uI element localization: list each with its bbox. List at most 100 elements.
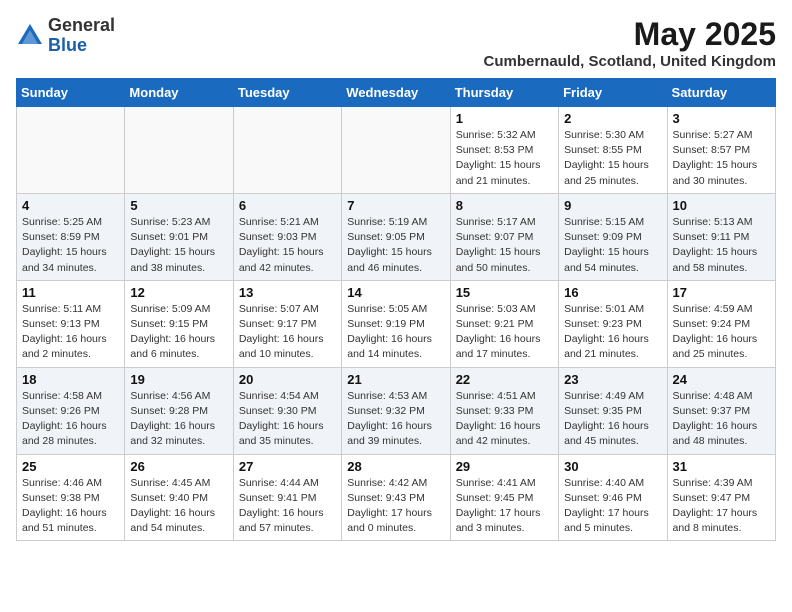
calendar-cell: 12 Sunrise: 5:09 AM Sunset: 9:15 PM Dayli… xyxy=(125,280,233,367)
day-number: 28 xyxy=(347,459,444,474)
calendar-cell: 14Sunrise: 5:05 AM Sunset: 9:19 PM Dayli… xyxy=(342,280,450,367)
day-number: 10 xyxy=(673,198,770,213)
day-number: 3 xyxy=(673,111,770,126)
logo-general: General xyxy=(48,15,115,35)
day-number: 5 xyxy=(130,198,227,213)
day-number: 23 xyxy=(564,372,661,387)
calendar-cell: 5Sunrise: 5:23 AM Sunset: 9:01 PM Daylig… xyxy=(125,193,233,280)
day-info: Sunrise: 5:32 AM Sunset: 8:53 PM Dayligh… xyxy=(456,128,553,189)
day-number: 4 xyxy=(22,198,119,213)
calendar-cell: 30 Sunrise: 4:40 AM Sunset: 9:46 PM Dayli… xyxy=(559,454,667,541)
day-info: Sunrise: 4:46 AM Sunset: 9:38 PM Dayligh… xyxy=(22,476,119,537)
day-header-wednesday: Wednesday xyxy=(342,79,450,107)
page-header: General Blue May 2025 Cumbernauld, Scotl… xyxy=(16,16,776,70)
day-number: 31 xyxy=(673,459,770,474)
day-info: Sunrise: 5:11 AM Sunset: 9:13 PM Dayligh… xyxy=(22,302,119,363)
calendar-cell: 8 Sunrise: 5:17 AM Sunset: 9:07 PM Daylig… xyxy=(450,193,558,280)
day-info: Sunrise: 5:19 AM Sunset: 9:05 PM Dayligh… xyxy=(347,215,444,276)
day-info: Sunrise: 4:53 AM Sunset: 9:32 PM Dayligh… xyxy=(347,389,444,450)
calendar-cell: 13Sunrise: 5:07 AM Sunset: 9:17 PM Dayli… xyxy=(233,280,341,367)
day-header-tuesday: Tuesday xyxy=(233,79,341,107)
day-number: 16 xyxy=(564,285,661,300)
calendar-cell: 20 Sunrise: 4:54 AM Sunset: 9:30 PM Dayli… xyxy=(233,367,341,454)
calendar-cell xyxy=(125,107,233,194)
day-header-thursday: Thursday xyxy=(450,79,558,107)
day-info: Sunrise: 4:51 AM Sunset: 9:33 PM Dayligh… xyxy=(456,389,553,450)
day-number: 29 xyxy=(456,459,553,474)
day-number: 26 xyxy=(130,459,227,474)
day-info: Sunrise: 4:54 AM Sunset: 9:30 PM Dayligh… xyxy=(239,389,336,450)
calendar-cell: 6Sunrise: 5:21 AM Sunset: 9:03 PM Daylig… xyxy=(233,193,341,280)
logo: General Blue xyxy=(16,16,115,56)
day-info: Sunrise: 4:39 AM Sunset: 9:47 PM Dayligh… xyxy=(673,476,770,537)
day-info: Sunrise: 5:09 AM Sunset: 9:15 PM Dayligh… xyxy=(130,302,227,363)
calendar-cell: 22 Sunrise: 4:51 AM Sunset: 9:33 PM Dayli… xyxy=(450,367,558,454)
day-number: 6 xyxy=(239,198,336,213)
day-info: Sunrise: 4:44 AM Sunset: 9:41 PM Dayligh… xyxy=(239,476,336,537)
day-number: 14 xyxy=(347,285,444,300)
calendar-cell: 21Sunrise: 4:53 AM Sunset: 9:32 PM Dayli… xyxy=(342,367,450,454)
day-info: Sunrise: 4:41 AM Sunset: 9:45 PM Dayligh… xyxy=(456,476,553,537)
day-number: 8 xyxy=(456,198,553,213)
calendar-cell: 1 Sunrise: 5:32 AM Sunset: 8:53 PM Daylig… xyxy=(450,107,558,194)
day-number: 30 xyxy=(564,459,661,474)
location: Cumbernauld, Scotland, United Kingdom xyxy=(484,53,777,70)
week-row: 18 Sunrise: 4:58 AM Sunset: 9:26 PM Dayli… xyxy=(17,367,776,454)
day-number: 9 xyxy=(564,198,661,213)
logo-text: General Blue xyxy=(48,16,115,56)
day-info: Sunrise: 5:07 AM Sunset: 9:17 PM Dayligh… xyxy=(239,302,336,363)
calendar-table: SundayMondayTuesdayWednesdayThursdayFrid… xyxy=(16,78,776,541)
day-number: 1 xyxy=(456,111,553,126)
calendar-cell: 26 Sunrise: 4:45 AM Sunset: 9:40 PM Dayli… xyxy=(125,454,233,541)
calendar-cell: 17 Sunrise: 4:59 AM Sunset: 9:24 PM Dayli… xyxy=(667,280,775,367)
calendar-cell: 16Sunrise: 5:01 AM Sunset: 9:23 PM Dayli… xyxy=(559,280,667,367)
day-number: 17 xyxy=(673,285,770,300)
day-number: 18 xyxy=(22,372,119,387)
week-row: 11Sunrise: 5:11 AM Sunset: 9:13 PM Dayli… xyxy=(17,280,776,367)
calendar-cell: 15 Sunrise: 5:03 AM Sunset: 9:21 PM Dayli… xyxy=(450,280,558,367)
calendar-cell xyxy=(342,107,450,194)
day-number: 27 xyxy=(239,459,336,474)
calendar-cell: 9 Sunrise: 5:15 AM Sunset: 9:09 PM Daylig… xyxy=(559,193,667,280)
day-number: 19 xyxy=(130,372,227,387)
day-info: Sunrise: 4:58 AM Sunset: 9:26 PM Dayligh… xyxy=(22,389,119,450)
day-info: Sunrise: 5:27 AM Sunset: 8:57 PM Dayligh… xyxy=(673,128,770,189)
day-header-friday: Friday xyxy=(559,79,667,107)
day-info: Sunrise: 5:30 AM Sunset: 8:55 PM Dayligh… xyxy=(564,128,661,189)
calendar-cell: 24Sunrise: 4:48 AM Sunset: 9:37 PM Dayli… xyxy=(667,367,775,454)
day-info: Sunrise: 5:17 AM Sunset: 9:07 PM Dayligh… xyxy=(456,215,553,276)
day-number: 15 xyxy=(456,285,553,300)
day-info: Sunrise: 4:59 AM Sunset: 9:24 PM Dayligh… xyxy=(673,302,770,363)
calendar-cell: 23 Sunrise: 4:49 AM Sunset: 9:35 PM Dayli… xyxy=(559,367,667,454)
day-info: Sunrise: 5:25 AM Sunset: 8:59 PM Dayligh… xyxy=(22,215,119,276)
day-info: Sunrise: 4:49 AM Sunset: 9:35 PM Dayligh… xyxy=(564,389,661,450)
day-number: 12 xyxy=(130,285,227,300)
calendar-cell: 7 Sunrise: 5:19 AM Sunset: 9:05 PM Daylig… xyxy=(342,193,450,280)
calendar-cell: 28 Sunrise: 4:42 AM Sunset: 9:43 PM Dayli… xyxy=(342,454,450,541)
logo-blue: Blue xyxy=(48,35,87,55)
calendar-cell: 4 Sunrise: 5:25 AM Sunset: 8:59 PM Daylig… xyxy=(17,193,125,280)
day-info: Sunrise: 4:42 AM Sunset: 9:43 PM Dayligh… xyxy=(347,476,444,537)
week-row: 25Sunrise: 4:46 AM Sunset: 9:38 PM Dayli… xyxy=(17,454,776,541)
logo-icon xyxy=(16,22,44,50)
day-header-monday: Monday xyxy=(125,79,233,107)
calendar-cell: 25Sunrise: 4:46 AM Sunset: 9:38 PM Dayli… xyxy=(17,454,125,541)
days-header-row: SundayMondayTuesdayWednesdayThursdayFrid… xyxy=(17,79,776,107)
day-number: 7 xyxy=(347,198,444,213)
day-info: Sunrise: 5:03 AM Sunset: 9:21 PM Dayligh… xyxy=(456,302,553,363)
calendar-cell: 2Sunrise: 5:30 AM Sunset: 8:55 PM Daylig… xyxy=(559,107,667,194)
month-title: May 2025 xyxy=(484,16,777,53)
calendar-cell: 3 Sunrise: 5:27 AM Sunset: 8:57 PM Daylig… xyxy=(667,107,775,194)
calendar-cell: 19Sunrise: 4:56 AM Sunset: 9:28 PM Dayli… xyxy=(125,367,233,454)
calendar-cell: 27 Sunrise: 4:44 AM Sunset: 9:41 PM Dayli… xyxy=(233,454,341,541)
day-number: 20 xyxy=(239,372,336,387)
day-header-sunday: Sunday xyxy=(17,79,125,107)
calendar-cell xyxy=(17,107,125,194)
day-number: 22 xyxy=(456,372,553,387)
calendar-cell: 31 Sunrise: 4:39 AM Sunset: 9:47 PM Dayli… xyxy=(667,454,775,541)
day-info: Sunrise: 5:15 AM Sunset: 9:09 PM Dayligh… xyxy=(564,215,661,276)
calendar-cell xyxy=(233,107,341,194)
day-info: Sunrise: 4:40 AM Sunset: 9:46 PM Dayligh… xyxy=(564,476,661,537)
day-info: Sunrise: 4:45 AM Sunset: 9:40 PM Dayligh… xyxy=(130,476,227,537)
week-row: 1 Sunrise: 5:32 AM Sunset: 8:53 PM Daylig… xyxy=(17,107,776,194)
